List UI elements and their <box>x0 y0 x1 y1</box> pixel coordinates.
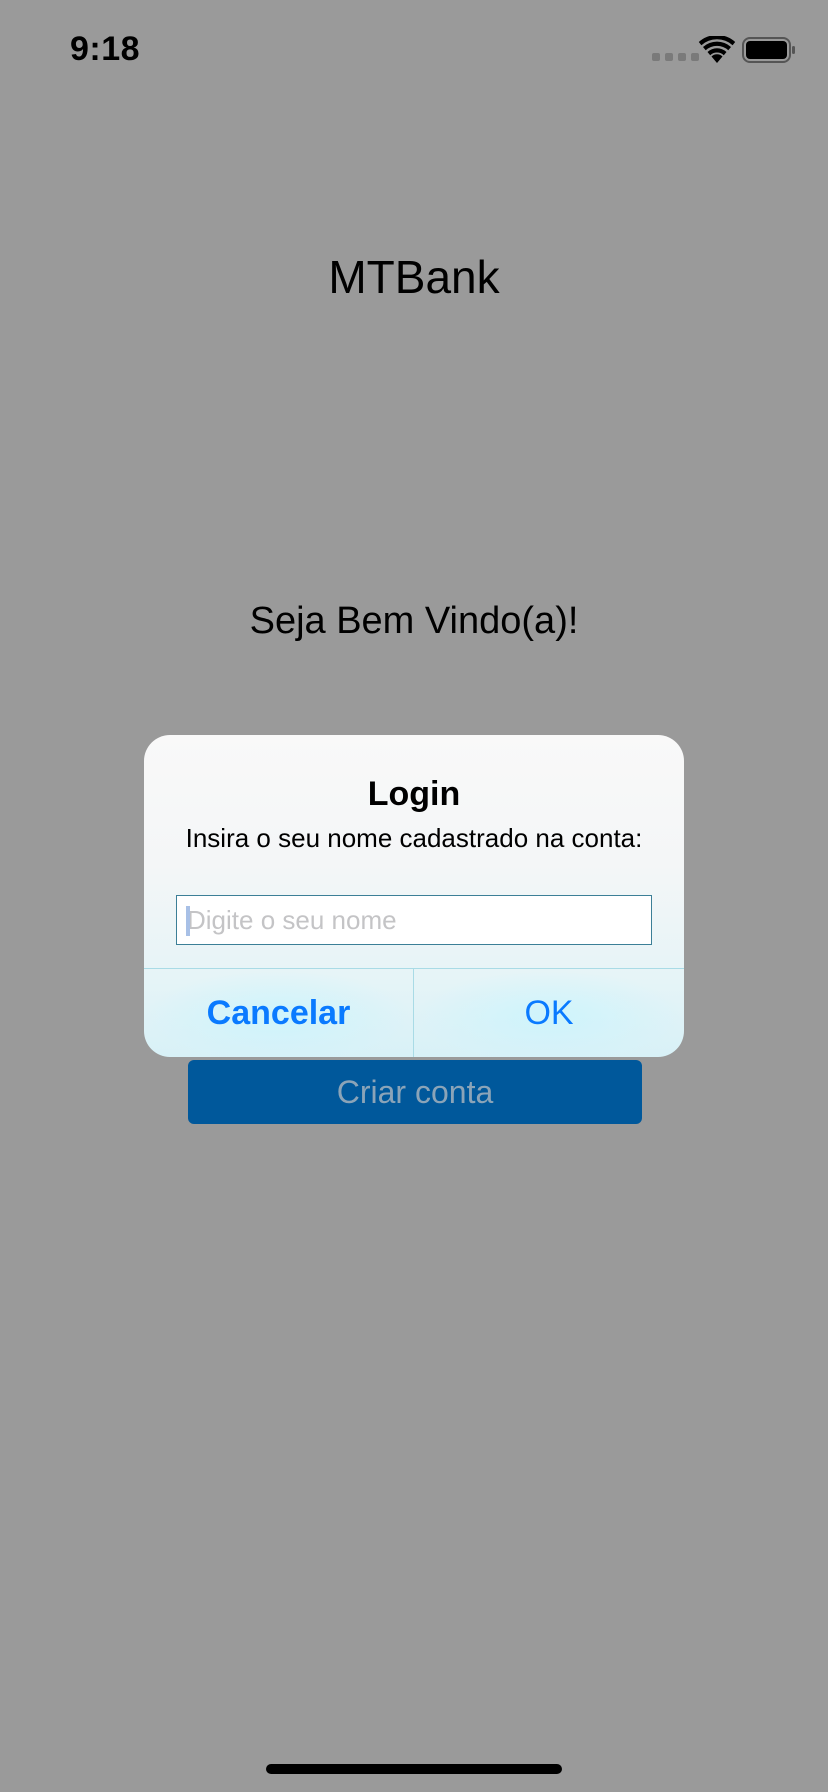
status-time: 9:18 <box>70 30 141 68</box>
text-cursor <box>186 906 190 936</box>
cancel-button[interactable]: Cancelar <box>144 969 413 1057</box>
alert-title: Login <box>367 775 461 813</box>
battery-icon <box>742 37 795 63</box>
name-input[interactable] <box>176 895 652 945</box>
wifi-icon <box>698 36 736 63</box>
welcome-text: Seja Bem Vindo(a)! <box>249 600 579 642</box>
create-account-button[interactable]: Criar conta <box>188 1060 642 1124</box>
signal-dots-icon <box>652 53 699 61</box>
home-indicator[interactable] <box>266 1764 562 1774</box>
login-alert: Login Insira o seu nome cadastrado na co… <box>144 735 684 1057</box>
screen: 9:18 MTBank Seja Bem Vindo(a)! Criar con… <box>0 0 828 1792</box>
app-title: MTBank <box>328 251 500 303</box>
ok-button[interactable]: OK <box>414 969 684 1057</box>
alert-message: Insira o seu nome cadastrado na conta: <box>185 823 643 853</box>
status-bar: 9:18 <box>0 0 828 100</box>
